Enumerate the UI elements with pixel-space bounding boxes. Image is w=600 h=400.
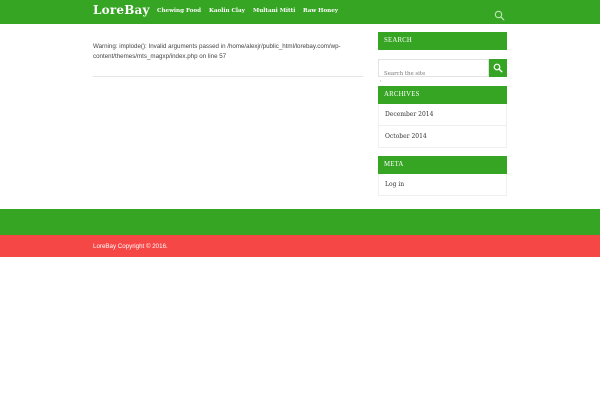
meta-link-log-in[interactable]: Log in bbox=[379, 174, 506, 196]
archive-link-december-2014[interactable]: December 2014 bbox=[379, 104, 506, 126]
nav-item-chewing-food[interactable]: Chewing Food bbox=[157, 8, 201, 14]
archives-widget-title: ARCHIVES bbox=[378, 86, 507, 104]
nav-item-raw-honey[interactable]: Raw Honey bbox=[303, 8, 338, 14]
archives-list: December 2014 October 2014 bbox=[378, 104, 507, 148]
search-submit-button[interactable] bbox=[489, 59, 507, 77]
meta-widget-title: META bbox=[378, 156, 507, 174]
site-logo[interactable]: LoreBay bbox=[93, 3, 150, 17]
nav-item-multani-mitti[interactable]: Multani Mitti bbox=[253, 8, 295, 14]
meta-list: Log in bbox=[378, 174, 507, 196]
footer-copyright: LoreBay Copyright © 2016. bbox=[93, 243, 168, 250]
search-widget-title: SEARCH bbox=[378, 32, 507, 50]
footer-widgets-area bbox=[0, 209, 600, 235]
search-input[interactable] bbox=[379, 66, 488, 82]
top-navbar: LoreBay Chewing Food Kaolin Clay Multani… bbox=[0, 0, 600, 24]
magnifier-icon bbox=[493, 63, 503, 73]
nav-item-kaolin-clay[interactable]: Kaolin Clay bbox=[209, 8, 245, 14]
archive-link-october-2014[interactable]: October 2014 bbox=[379, 126, 506, 148]
php-warning-message: Warning: implode(): Invalid arguments pa… bbox=[93, 43, 341, 60]
content-divider bbox=[93, 76, 363, 77]
footer-bottom-bar bbox=[0, 235, 600, 257]
search-icon[interactable] bbox=[494, 6, 505, 21]
search-field-wrapper bbox=[378, 59, 489, 82]
